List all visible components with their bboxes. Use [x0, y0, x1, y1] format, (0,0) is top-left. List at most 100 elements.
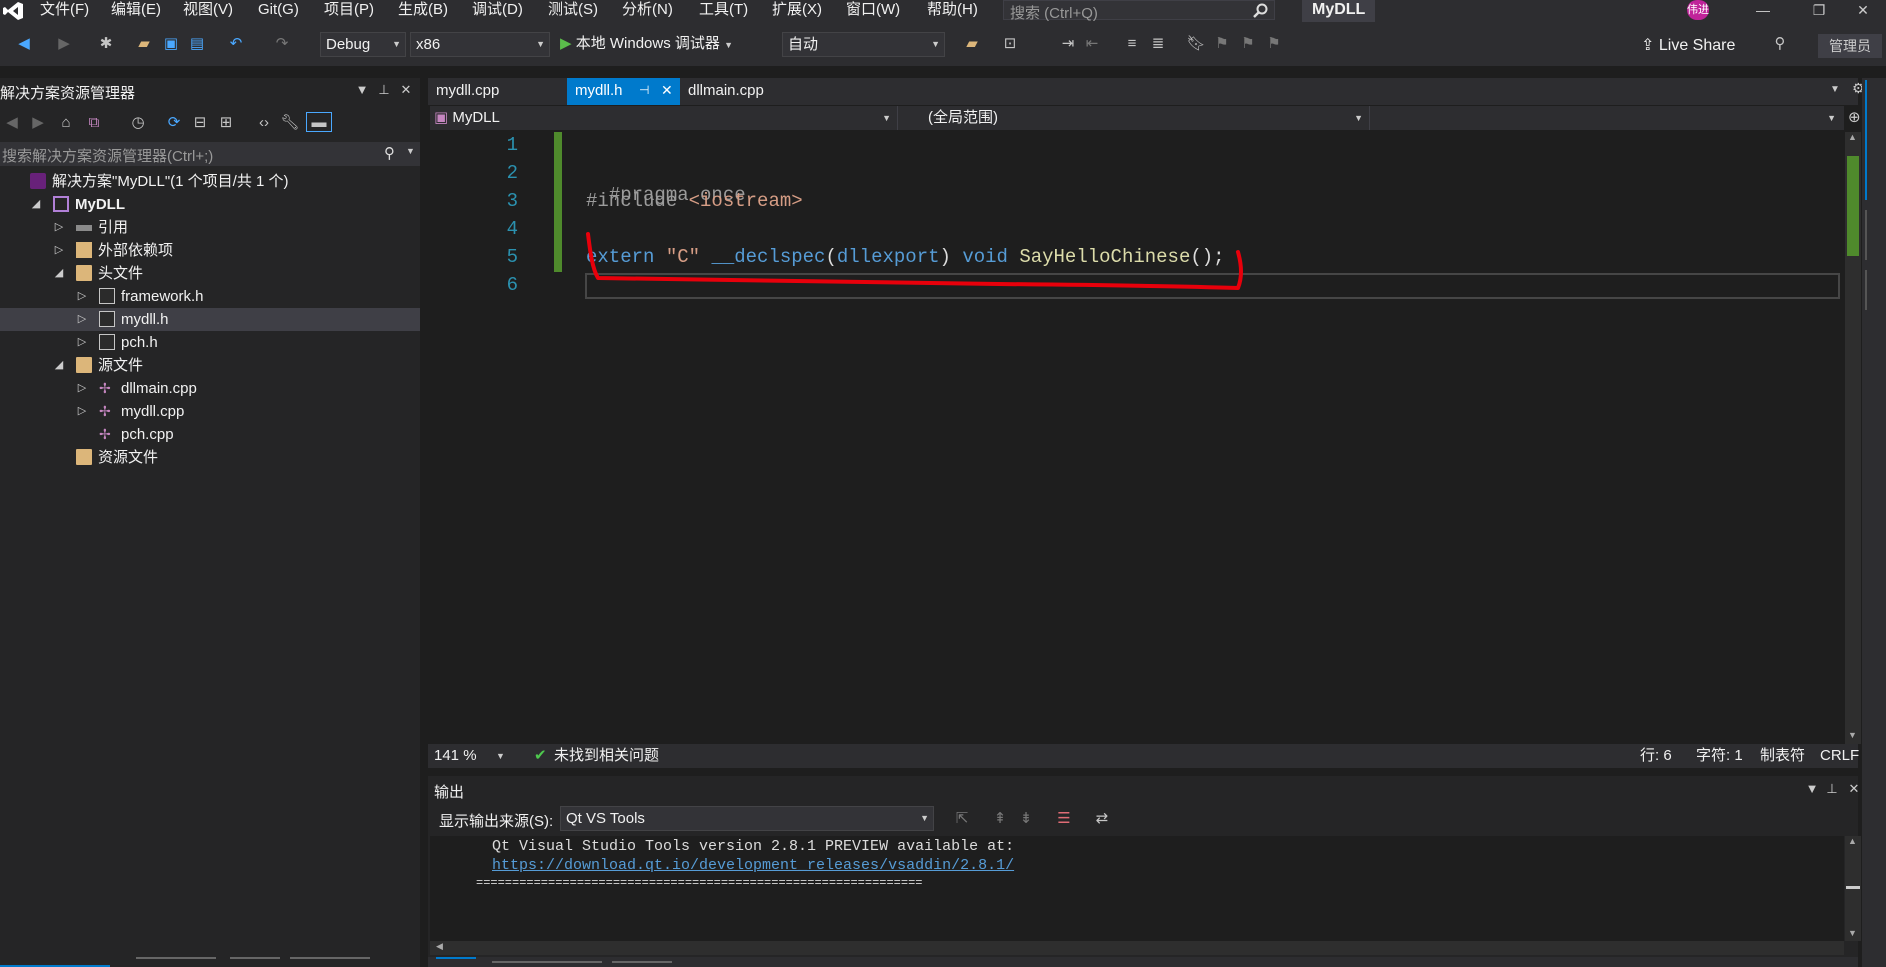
- comment-icon[interactable]: ≣: [1148, 34, 1168, 54]
- save-all-icon[interactable]: ▤: [187, 34, 207, 54]
- scroll-down-icon[interactable]: ▼: [1848, 928, 1857, 938]
- start-debugger-button[interactable]: ▶ 本地 Windows 调试器 ▼: [560, 33, 733, 55]
- show-all-files-icon[interactable]: ⊞: [216, 113, 236, 133]
- expanded-arrow-icon[interactable]: ◢: [29, 193, 43, 216]
- forward-icon[interactable]: ▶: [54, 34, 74, 54]
- tab-server-explorer[interactable]: [1865, 80, 1883, 200]
- scroll-thumb[interactable]: [1847, 156, 1859, 256]
- tab-find-results[interactable]: [492, 961, 602, 963]
- user-avatar[interactable]: 伟进: [1687, 0, 1709, 20]
- expanded-arrow-icon[interactable]: ◢: [52, 262, 66, 285]
- menu-edit[interactable]: 编辑(E): [111, 0, 161, 22]
- collapsed-arrow-icon[interactable]: ▷: [75, 308, 89, 331]
- menu-extensions[interactable]: 扩展(X): [772, 0, 822, 22]
- tab-resource-view[interactable]: [290, 957, 370, 959]
- menu-git[interactable]: Git(G): [258, 0, 299, 22]
- member-dropdown[interactable]: ▼: [1376, 106, 1842, 130]
- chevron-down-icon[interactable]: ▼: [496, 744, 505, 768]
- editor-vertical-scrollbar[interactable]: ▲ ▼: [1845, 132, 1861, 744]
- tree-item[interactable]: ▷ 引用: [0, 216, 420, 239]
- back-icon[interactable]: ◀: [14, 34, 34, 54]
- tab-property-manager[interactable]: [230, 957, 280, 959]
- pending-changes-icon[interactable]: ◷: [128, 113, 148, 133]
- home-icon[interactable]: ⌂: [56, 113, 76, 133]
- line-endings[interactable]: CRLF: [1820, 744, 1859, 768]
- project-scope-dropdown[interactable]: ▣ MyDLL ▼: [434, 106, 898, 130]
- clear-all-icon[interactable]: ☰: [1054, 809, 1074, 829]
- menu-test[interactable]: 测试(S): [548, 0, 598, 22]
- outdent-icon[interactable]: ≡: [1122, 34, 1142, 54]
- back-icon[interactable]: ◀: [2, 113, 22, 133]
- menu-project[interactable]: 项目(P): [324, 0, 374, 22]
- tree-item[interactable]: ▷ pch.h: [0, 331, 420, 354]
- split-icon[interactable]: ⊕: [1848, 108, 1861, 126]
- prev-message-icon[interactable]: ⇞: [990, 809, 1010, 829]
- scroll-down-icon[interactable]: ▼: [1848, 730, 1857, 740]
- tab-toolbox[interactable]: [1865, 210, 1883, 260]
- tab-list-dropdown-icon[interactable]: ▼: [1830, 84, 1840, 95]
- scroll-up-icon[interactable]: ▲: [1848, 836, 1857, 846]
- config-dropdown[interactable]: Debug ▼: [320, 32, 406, 57]
- pin-icon[interactable]: ⊣: [639, 78, 649, 103]
- collapsed-arrow-icon[interactable]: ▷: [75, 285, 89, 308]
- tree-item[interactable]: ◢ 源文件: [0, 354, 420, 377]
- go-to-location-icon[interactable]: ⇱: [952, 809, 972, 829]
- tree-item[interactable]: ▷ framework.h: [0, 285, 420, 308]
- next-message-icon[interactable]: ⇟: [1016, 809, 1036, 829]
- collapsed-arrow-icon[interactable]: ▷: [75, 400, 89, 423]
- menu-file[interactable]: 文件(F): [40, 0, 89, 22]
- tree-item[interactable]: ◢ MyDLL: [0, 193, 420, 216]
- menu-build[interactable]: 生成(B): [398, 0, 448, 22]
- bookmark-icon[interactable]: 🔖︎: [1186, 34, 1206, 54]
- tab-properties[interactable]: [1865, 270, 1883, 310]
- menu-debug[interactable]: 调试(D): [472, 0, 523, 22]
- collapsed-arrow-icon[interactable]: ▷: [52, 216, 66, 239]
- global-scope-dropdown[interactable]: (全局范围) ▼: [928, 106, 1370, 130]
- dropdown-icon[interactable]: ▼: [1804, 781, 1820, 796]
- issues-status[interactable]: 未找到相关问题: [554, 744, 659, 768]
- tree-item[interactable]: ▷ mydll.h: [0, 308, 420, 331]
- forward-icon[interactable]: ▶: [28, 113, 48, 133]
- next-bookmark-icon[interactable]: ⚑: [1238, 34, 1258, 54]
- live-share-button[interactable]: ⇪ Live Share: [1641, 35, 1735, 57]
- feedback-icon[interactable]: ⚲: [1770, 34, 1790, 54]
- switch-views-icon[interactable]: ⧉: [84, 113, 104, 133]
- properties-icon[interactable]: 🔧︎: [280, 113, 300, 133]
- step-out-icon[interactable]: ⇤: [1082, 34, 1102, 54]
- tree-item[interactable]: ▷ ✢ dllmain.cpp: [0, 377, 420, 400]
- admin-badge[interactable]: 管理员: [1818, 34, 1882, 58]
- step-icon[interactable]: ⇥: [1058, 34, 1078, 54]
- redo-icon[interactable]: ↷: [272, 34, 292, 54]
- tree-item[interactable]: ✢ pch.cpp: [0, 423, 420, 446]
- menu-window[interactable]: 窗口(W): [846, 0, 900, 22]
- code-editor[interactable]: [430, 132, 1845, 744]
- mode-dropdown[interactable]: 自动 ▼: [782, 32, 945, 57]
- scroll-up-icon[interactable]: ▲: [1848, 132, 1857, 142]
- menu-tools[interactable]: 工具(T): [699, 0, 748, 22]
- collapse-all-icon[interactable]: ⊟: [190, 113, 210, 133]
- solution-search-input[interactable]: 搜索解决方案资源管理器(Ctrl+;) ⚲ ▼: [0, 142, 420, 166]
- dropdown-icon[interactable]: ▼: [354, 82, 370, 97]
- collapsed-arrow-icon[interactable]: ▷: [75, 331, 89, 354]
- tab-dllmain-cpp[interactable]: dllmain.cpp: [680, 78, 772, 105]
- collapsed-arrow-icon[interactable]: ▷: [52, 239, 66, 262]
- sync-icon[interactable]: ⟳: [164, 113, 184, 133]
- view-code-icon[interactable]: ‹›: [254, 113, 274, 133]
- tab-mydll-cpp[interactable]: mydll.cpp: [428, 78, 507, 105]
- tab-class-view[interactable]: [136, 957, 216, 959]
- pin-icon[interactable]: ⊥: [1824, 781, 1840, 797]
- tab-solution-explorer[interactable]: [0, 955, 110, 967]
- collapsed-arrow-icon[interactable]: ▷: [75, 377, 89, 400]
- word-wrap-icon[interactable]: ⇄: [1092, 809, 1112, 829]
- indent-mode[interactable]: 制表符: [1760, 744, 1805, 768]
- minimize-icon[interactable]: —: [1740, 0, 1786, 22]
- close-window-icon[interactable]: ✕: [1840, 0, 1886, 22]
- tree-item[interactable]: ▷ ✢ mydll.cpp: [0, 400, 420, 423]
- scroll-left-icon[interactable]: ◀: [436, 941, 443, 952]
- save-icon[interactable]: ▣: [161, 34, 181, 54]
- clear-bookmarks-icon[interactable]: ⚑: [1264, 34, 1284, 54]
- prev-bookmark-icon[interactable]: ⚑: [1212, 34, 1232, 54]
- output-vertical-scrollbar[interactable]: ▲ ▼: [1845, 836, 1861, 941]
- output-source-dropdown[interactable]: Qt VS Tools ▼: [560, 806, 934, 831]
- scroll-thumb[interactable]: [1846, 886, 1860, 889]
